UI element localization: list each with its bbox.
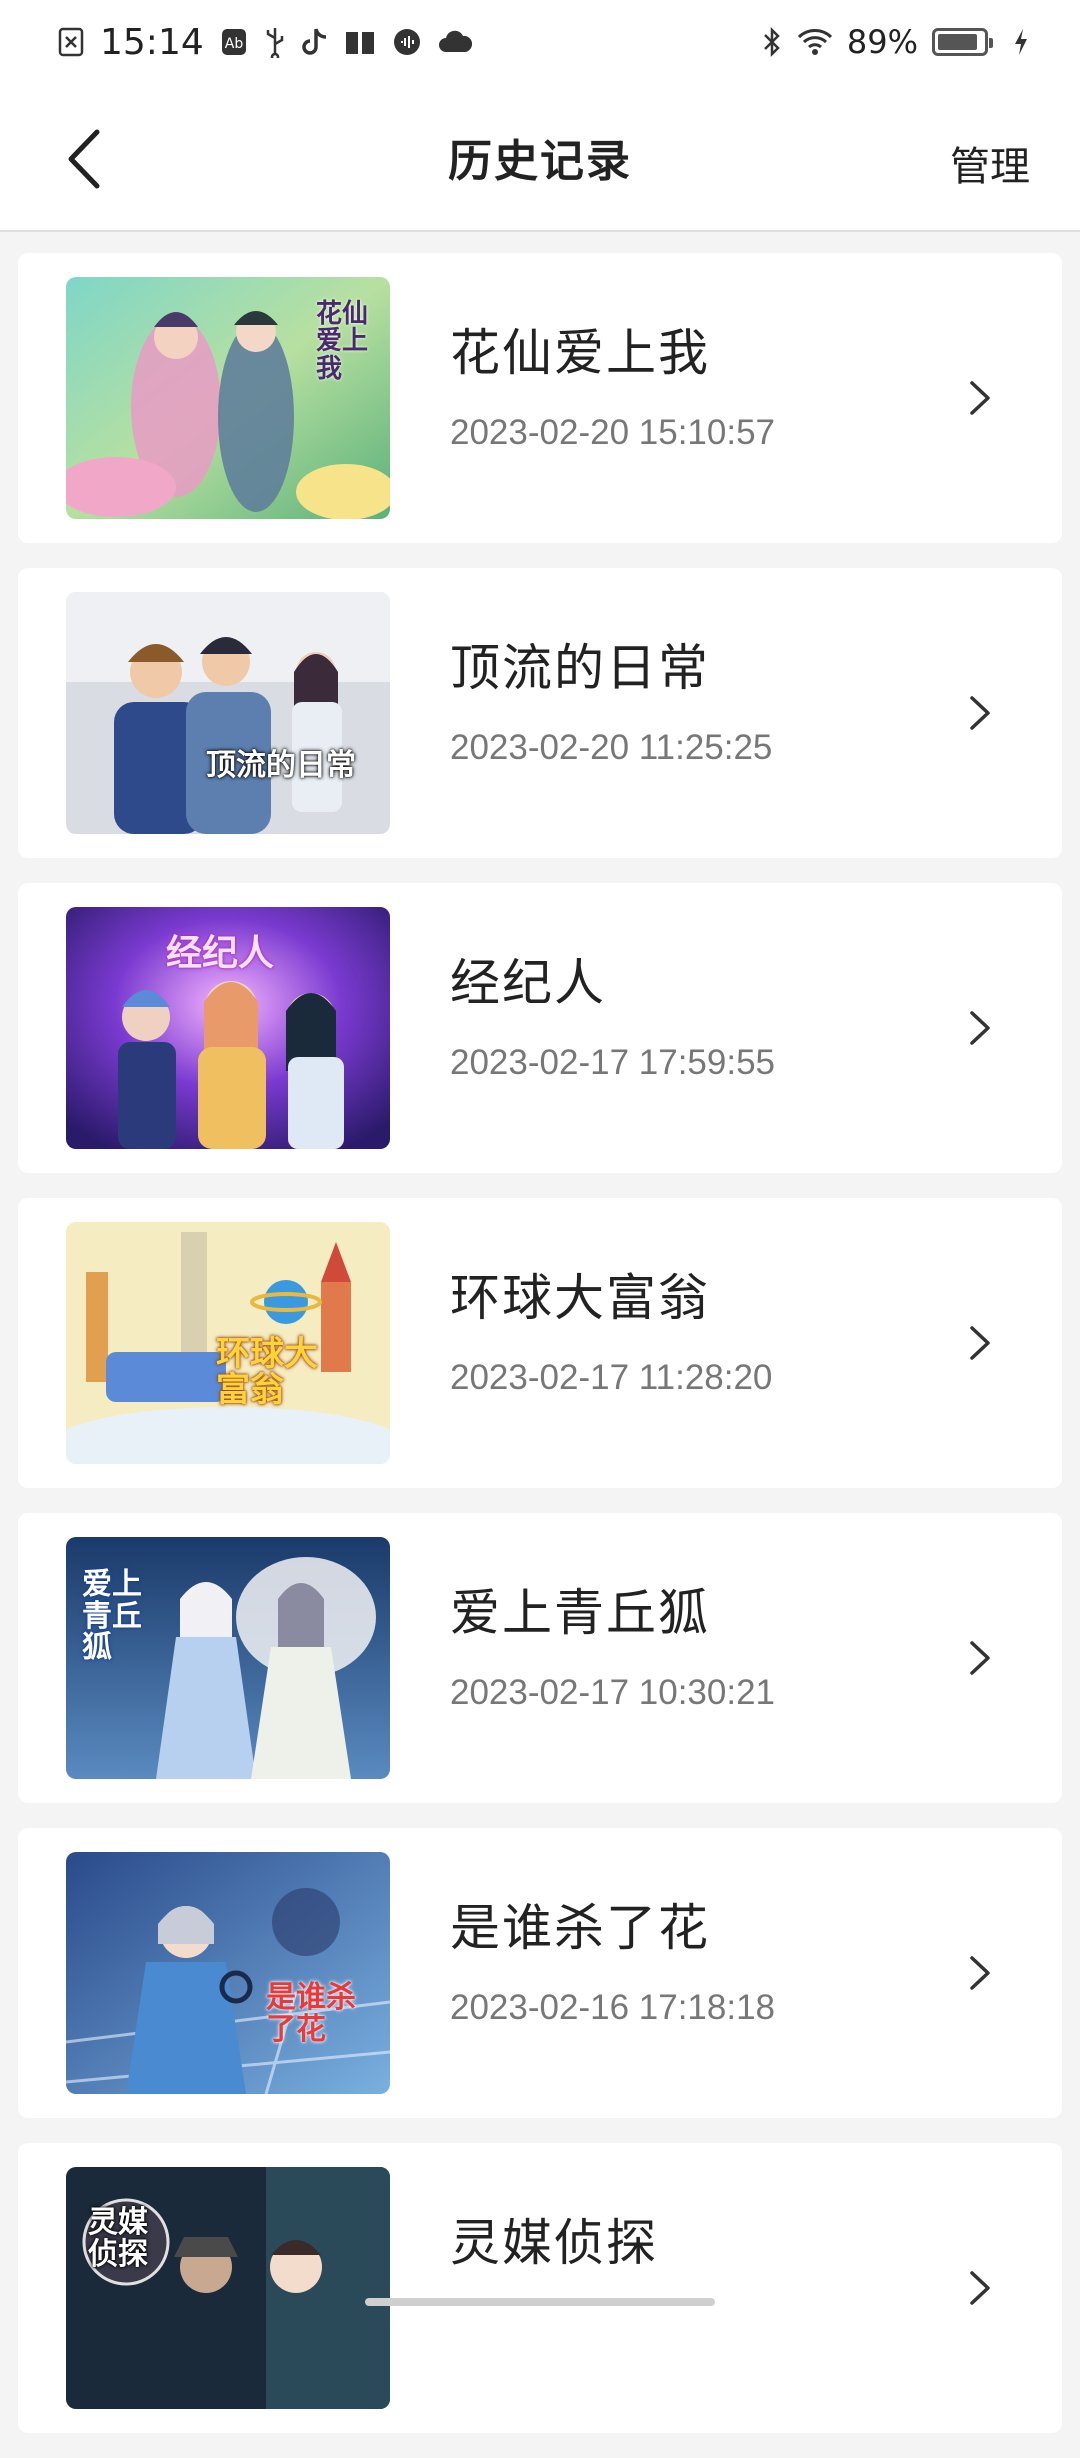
item-timestamp: 2023-02-17 10:30:21 xyxy=(450,1673,775,1713)
chevron-right-icon xyxy=(960,690,1000,736)
list-item[interactable]: 经纪人 经纪人 2023-02-17 17:59:55 xyxy=(18,883,1062,1173)
home-indicator[interactable] xyxy=(365,2298,715,2306)
chevron-right-icon xyxy=(960,1950,1000,1996)
list-item[interactable]: 是谁杀了花 是谁杀了花 2023-02-16 17:18:18 xyxy=(18,1828,1062,2118)
item-timestamp: 2023-02-20 11:25:25 xyxy=(450,728,772,768)
cover-title: 花仙爱上我 xyxy=(316,301,376,383)
cover-title: 是谁杀了花 xyxy=(266,1982,366,2045)
item-title: 灵媒侦探 xyxy=(450,2203,658,2275)
cloud-app-icon xyxy=(438,28,472,56)
notification-x-icon xyxy=(58,27,84,57)
tiktok-icon xyxy=(302,27,328,57)
item-title: 经纪人 xyxy=(450,943,775,1015)
wifi-icon xyxy=(797,28,833,56)
list-item[interactable]: 环球大富翁 环球大富翁 2023-02-17 11:28:20 xyxy=(18,1198,1062,1488)
svg-text:Ab: Ab xyxy=(225,36,244,52)
chevron-right-icon xyxy=(960,1005,1000,1051)
cover-image: 灵媒侦探 xyxy=(66,2167,390,2409)
cover-title: 环球大富翁 xyxy=(216,1337,336,1408)
cover-image: 花仙爱上我 xyxy=(66,277,390,519)
manage-button[interactable]: 管理 xyxy=(950,134,1030,192)
cover-title: 顶流的日常 xyxy=(206,750,356,782)
cover-title: 经纪人 xyxy=(166,935,274,973)
list-item[interactable]: 爱上青丘狐 爱上青丘狐 2023-02-17 10:30:21 xyxy=(18,1513,1062,1803)
list-item[interactable]: 顶流的日常 顶流的日常 2023-02-20 11:25:25 xyxy=(18,568,1062,858)
battery-icon xyxy=(932,28,988,56)
list-item[interactable]: 灵媒侦探 灵媒侦探 xyxy=(18,2143,1062,2433)
cover-title: 爱上青丘狐 xyxy=(82,1569,152,1664)
item-title: 顶流的日常 xyxy=(450,628,772,700)
cover-image: 顶流的日常 xyxy=(66,592,390,834)
item-title: 环球大富翁 xyxy=(450,1258,772,1330)
chevron-right-icon xyxy=(960,2265,1000,2311)
status-bar: 15:14 Ab 89% xyxy=(0,0,1080,84)
item-title: 是谁杀了花 xyxy=(450,1888,775,1960)
chevron-right-icon xyxy=(960,1635,1000,1681)
usb-icon xyxy=(264,26,286,58)
audio-app-icon xyxy=(392,27,422,57)
cover-image: 是谁杀了花 xyxy=(66,1852,390,2094)
book-icon xyxy=(344,28,376,56)
cover-image: 经纪人 xyxy=(66,907,390,1149)
chevron-right-icon xyxy=(960,375,1000,421)
item-timestamp: 2023-02-17 11:28:20 xyxy=(450,1358,772,1398)
cover-image: 环球大富翁 xyxy=(66,1222,390,1464)
app-notification-icon: Ab xyxy=(220,27,248,57)
chevron-left-icon xyxy=(63,128,103,190)
cover-image: 爱上青丘狐 xyxy=(66,1537,390,1779)
cover-title: 灵媒侦探 xyxy=(88,2207,168,2270)
item-title: 花仙爱上我 xyxy=(450,313,775,385)
history-list: 花仙爱上我 花仙爱上我 2023-02-20 15:10:57 顶流 xyxy=(18,253,1062,2458)
page-title: 历史记录 xyxy=(448,125,632,189)
chevron-right-icon xyxy=(960,1320,1000,1366)
charging-icon xyxy=(1012,27,1030,57)
item-title: 爱上青丘狐 xyxy=(450,1573,775,1645)
status-time: 15:14 xyxy=(100,22,204,63)
item-timestamp: 2023-02-20 15:10:57 xyxy=(450,413,775,453)
list-item[interactable]: 花仙爱上我 花仙爱上我 2023-02-20 15:10:57 xyxy=(18,253,1062,543)
battery-percent: 89% xyxy=(847,23,918,61)
back-button[interactable] xyxy=(48,124,118,194)
item-timestamp: 2023-02-16 17:18:18 xyxy=(450,1988,775,2028)
navigation-bar: 历史记录 管理 xyxy=(0,84,1080,232)
bluetooth-icon xyxy=(761,26,783,58)
item-timestamp: 2023-02-17 17:59:55 xyxy=(450,1043,775,1083)
